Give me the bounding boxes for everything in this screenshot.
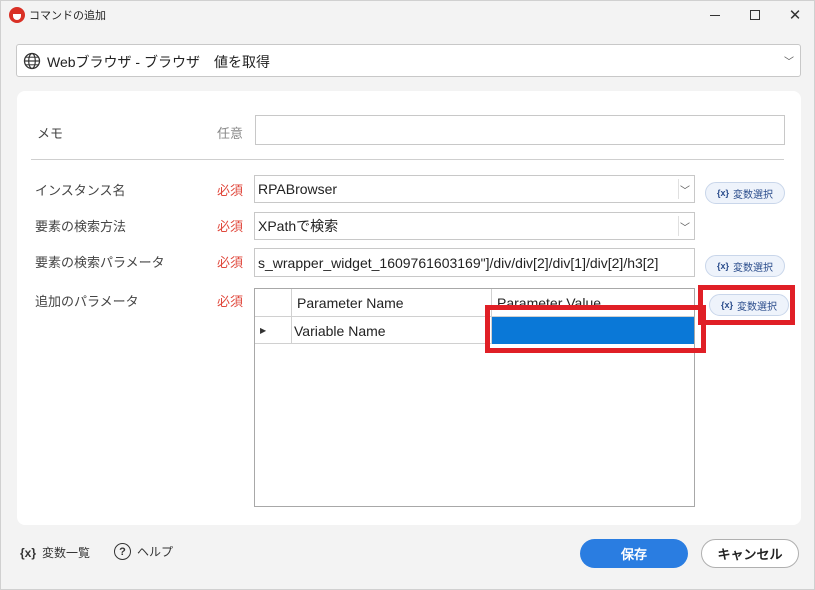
- search-param-label: 要素の検索パラメータ: [35, 255, 165, 270]
- instance-label: インスタンス名: [35, 183, 126, 198]
- globe-icon: [23, 52, 41, 70]
- memo-label: メモ: [37, 126, 64, 141]
- search-param-var-select-button[interactable]: {x} 変数選択: [705, 255, 785, 277]
- var-select-label: 変数選択: [733, 189, 773, 201]
- extra-param-required-tag: 必須: [217, 294, 244, 309]
- search-method-select[interactable]: XPathで検索 ﹀: [254, 212, 695, 240]
- search-method-label: 要素の検索方法: [35, 219, 127, 234]
- search-method-select-value: XPathで検索: [258, 218, 339, 234]
- maximize-button[interactable]: [735, 1, 775, 29]
- dialog-window: コマンドの追加 ✕ Webブラウザ - ブラウザ 値を取得 ﹀ メモ 任意 イン…: [0, 0, 815, 590]
- help-icon: ?: [114, 543, 131, 560]
- chevron-down-icon: ﹀: [680, 223, 690, 234]
- variable-icon: {x}: [716, 188, 729, 198]
- grid-corner-cell: [255, 289, 292, 317]
- highlight-box-var-select: [698, 285, 795, 325]
- help-link[interactable]: ? ヘルプ: [114, 543, 173, 560]
- instance-required-tag: 必須: [217, 183, 244, 198]
- instance-select[interactable]: RPABrowser ﹀: [254, 175, 695, 203]
- minimize-icon: [710, 14, 720, 16]
- divider: [31, 159, 784, 160]
- search-param-required-tag: 必須: [217, 255, 244, 270]
- variable-icon: {x}: [716, 261, 729, 271]
- help-label: ヘルプ: [137, 545, 174, 559]
- select-separator: [678, 179, 679, 199]
- close-icon: ✕: [788, 5, 802, 24]
- instance-select-value: RPABrowser: [258, 181, 338, 197]
- highlight-box-value-cell: [485, 305, 706, 353]
- command-select-value: Webブラウザ - ブラウザ 値を取得: [47, 54, 270, 70]
- select-separator: [678, 216, 679, 236]
- title-bar: コマンドの追加 ✕: [1, 1, 814, 29]
- minimize-button[interactable]: [695, 1, 735, 29]
- app-logo-icon: [9, 7, 25, 23]
- column-header-name[interactable]: Parameter Name: [292, 289, 492, 317]
- window-title: コマンドの追加: [29, 9, 106, 22]
- instance-var-select-button[interactable]: {x} 変数選択: [705, 182, 785, 204]
- variable-list-link[interactable]: {x} 変数一覧: [20, 544, 90, 561]
- cancel-button[interactable]: キャンセル: [701, 539, 799, 568]
- command-select[interactable]: Webブラウザ - ブラウザ 値を取得 ﹀: [16, 44, 801, 77]
- memo-optional-tag: 任意: [217, 126, 244, 141]
- memo-input[interactable]: [255, 115, 785, 145]
- var-select-label: 変数選択: [733, 262, 773, 274]
- parameter-name-cell[interactable]: Variable Name: [292, 317, 492, 344]
- chevron-down-icon: ﹀: [784, 57, 794, 68]
- search-method-required-tag: 必須: [217, 219, 244, 234]
- save-button[interactable]: 保存: [580, 539, 688, 568]
- close-button[interactable]: ✕: [775, 1, 815, 29]
- row-indicator-icon: ▶: [255, 317, 292, 344]
- extra-param-label: 追加のパラメータ: [35, 294, 139, 309]
- maximize-icon: [750, 10, 760, 20]
- variable-list-label: 変数一覧: [42, 546, 91, 560]
- variable-list-icon: {x}: [20, 545, 37, 560]
- search-param-input[interactable]: s_wrapper_widget_1609761603169"]/div/div…: [254, 248, 695, 277]
- chevron-down-icon: ﹀: [680, 186, 690, 197]
